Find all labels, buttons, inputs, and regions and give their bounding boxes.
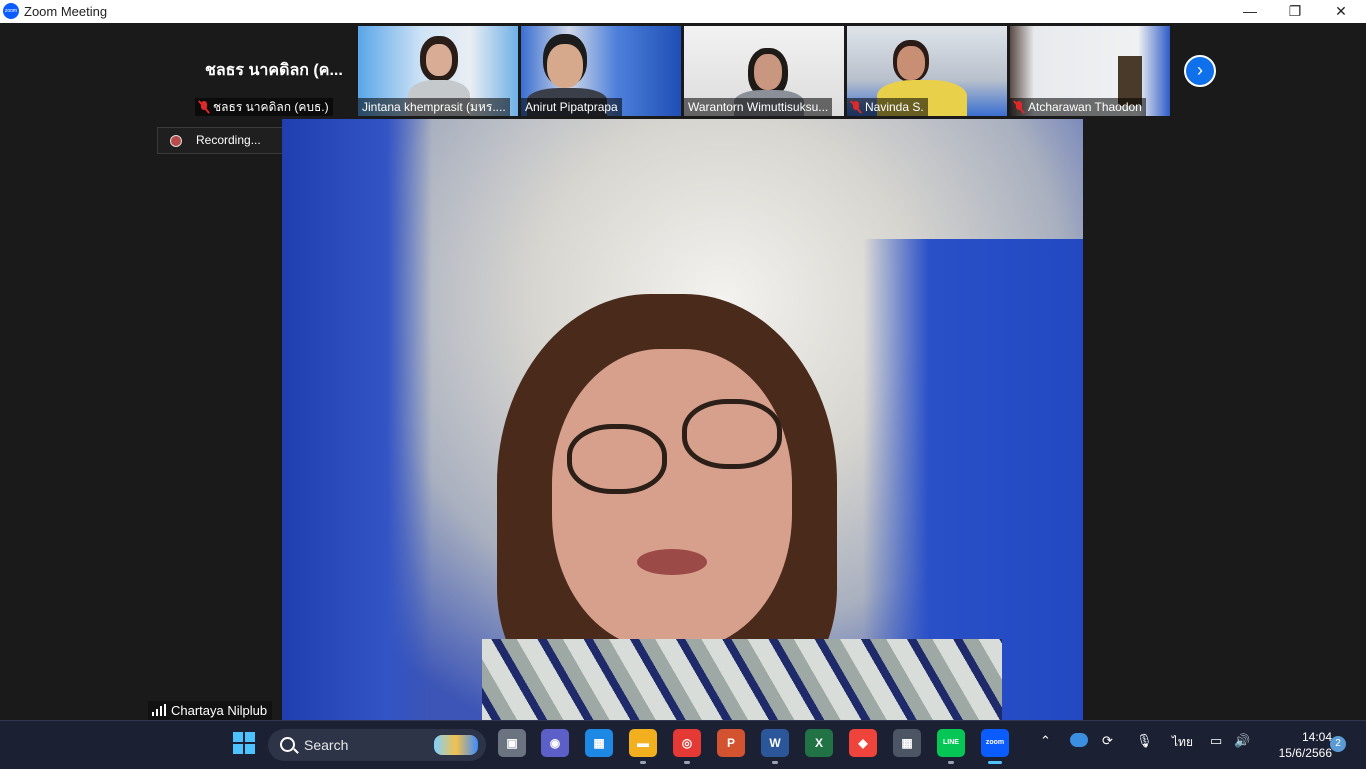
network-icon[interactable]: ▭ xyxy=(1210,733,1222,749)
taskbar: Search ▣ ◉ ▦ ▬ ◎ P W X ◆ ▦ LINE zoom ⌃ ⟳ 🎙 ไทย ▭ 🔊 … xyxy=(0,720,1366,769)
search-label: Search xyxy=(304,737,349,753)
participant-display-name: ชลธร นาคดิลก (ค... xyxy=(205,62,343,79)
speaker-face xyxy=(552,349,792,649)
running-indicator xyxy=(988,761,1002,764)
record-dot-icon xyxy=(170,135,182,147)
line-icon[interactable]: LINE xyxy=(937,729,965,757)
active-speaker-video[interactable] xyxy=(282,119,1083,720)
sync-icon[interactable]: ⟳ xyxy=(1102,733,1113,749)
background-curtain-left xyxy=(282,119,432,720)
muted-mic-icon xyxy=(199,101,209,113)
show-hidden-icons-chevron-icon[interactable]: ⌃ xyxy=(1040,733,1051,749)
next-page-arrow-icon[interactable]: › xyxy=(1184,55,1216,87)
clock-date: 15/6/2566 xyxy=(1278,746,1332,760)
active-speaker-name-label: Chartaya Nilplub xyxy=(148,701,273,720)
zoom-logo-icon: zoom xyxy=(3,3,19,19)
speaker-glasses-left xyxy=(567,424,667,494)
participant-face xyxy=(547,44,583,88)
recording-indicator[interactable]: Recording... xyxy=(157,127,283,154)
participant-face xyxy=(426,44,452,76)
search-icon xyxy=(280,737,295,752)
participant-name-label: ชลธร นาคดิลก (คบธ.) xyxy=(195,98,333,116)
zoom-icon[interactable]: zoom xyxy=(981,729,1009,757)
participant-tile[interactable]: Atcharawan Thaodon xyxy=(1010,26,1170,116)
input-language-indicator[interactable]: ไทย xyxy=(1172,733,1193,752)
powerpoint-icon[interactable]: P xyxy=(717,729,745,757)
onedrive-cloud-icon[interactable] xyxy=(1070,733,1088,747)
running-indicator xyxy=(684,761,690,764)
participant-tile[interactable]: Jintana khemprasit (มหร.... xyxy=(358,26,518,116)
participant-face xyxy=(897,46,925,80)
meeting-stage: ชลธร นาคดิลก (ค... ชลธร นาคดิลก (คบธ.) J… xyxy=(0,23,1366,720)
minimize-button[interactable]: — xyxy=(1227,0,1273,23)
muted-mic-icon xyxy=(1014,101,1024,113)
participant-tile[interactable]: Warantorn Wimuttisuksu... xyxy=(684,26,844,116)
microphone-icon[interactable]: 🎙 xyxy=(1136,733,1153,749)
file-explorer-icon[interactable]: ▬ xyxy=(629,729,657,757)
participant-name-label: Anirut Pipatprapa xyxy=(521,98,622,116)
excel-icon[interactable]: X xyxy=(805,729,833,757)
word-icon[interactable]: W xyxy=(761,729,789,757)
muted-mic-icon xyxy=(851,101,861,113)
clock-time: 14:04 xyxy=(1301,730,1332,744)
participant-name-label: Navinda S. xyxy=(847,98,928,116)
system-clock[interactable]: 14:04 15/6/2566 xyxy=(1262,729,1332,761)
recording-label: Recording... xyxy=(196,133,261,147)
speaker-glasses-right xyxy=(682,399,782,469)
taskbar-search-box[interactable]: Search xyxy=(268,729,486,761)
window-title: Zoom Meeting xyxy=(24,4,108,19)
running-indicator xyxy=(948,761,954,764)
participant-tile[interactable]: Anirut Pipatprapa xyxy=(521,26,681,116)
running-indicator xyxy=(640,761,646,764)
volume-icon[interactable]: 🔊 xyxy=(1234,733,1250,749)
signal-strength-icon xyxy=(152,704,166,716)
participant-name-label: Atcharawan Thaodon xyxy=(1010,98,1146,116)
task-view-icon[interactable]: ▣ xyxy=(498,729,526,757)
speaker-shirt xyxy=(482,639,1002,720)
windows-start-icon[interactable] xyxy=(230,729,258,757)
participant-name-label: Jintana khemprasit (มหร.... xyxy=(358,98,510,116)
calculator-icon[interactable]: ▦ xyxy=(893,729,921,757)
participant-tile[interactable]: Navinda S. xyxy=(847,26,1007,116)
close-button[interactable]: ✕ xyxy=(1318,0,1364,23)
notification-count-badge[interactable]: 2 xyxy=(1330,736,1346,752)
participant-face xyxy=(754,54,782,90)
window-titlebar: zoom Zoom Meeting — ❐ ✕ xyxy=(0,0,1366,23)
anydesk-icon[interactable]: ◆ xyxy=(849,729,877,757)
participant-name-label: Warantorn Wimuttisuksu... xyxy=(684,98,833,116)
chrome-icon[interactable]: ◎ xyxy=(673,729,701,757)
participant-tile-self[interactable]: ชลธร นาคดิลก (ค... ชลธร นาคดิลก (คบธ.) xyxy=(195,26,355,116)
search-highlight-art-icon xyxy=(434,735,478,755)
running-indicator xyxy=(772,761,778,764)
speaker-mouth xyxy=(637,549,707,575)
teams-chat-icon[interactable]: ◉ xyxy=(541,729,569,757)
microsoft-store-icon[interactable]: ▦ xyxy=(585,729,613,757)
restore-button[interactable]: ❐ xyxy=(1272,0,1318,23)
